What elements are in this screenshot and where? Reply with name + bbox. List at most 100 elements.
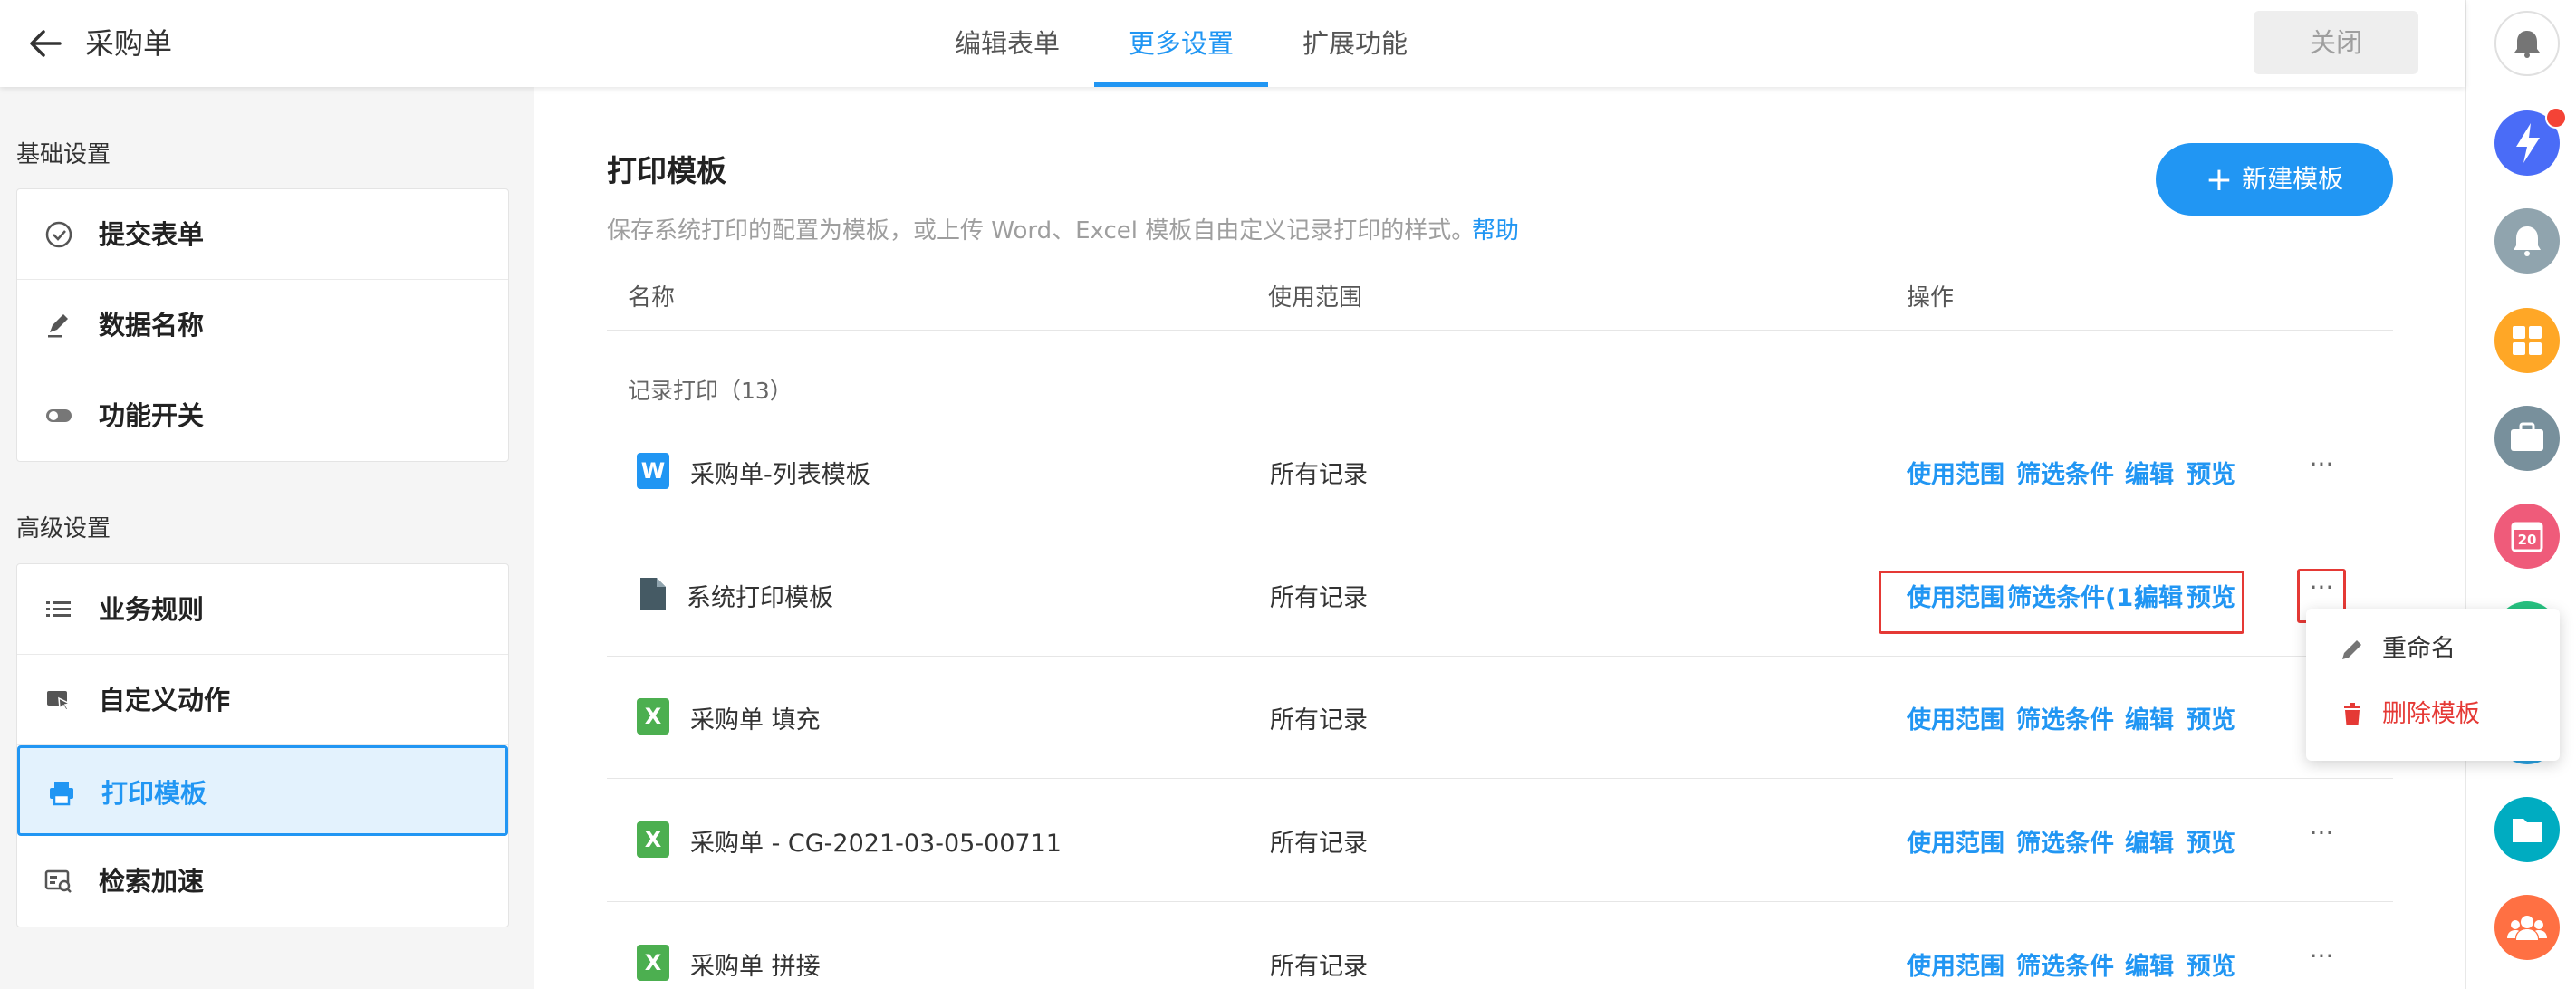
sidebar-item-search-acceleration[interactable]: 检索加速	[17, 836, 508, 927]
template-name: 系统打印模板	[687, 584, 833, 612]
header-divider	[607, 330, 2393, 331]
template-scope: 所有记录	[1270, 953, 1368, 981]
new-template-button[interactable]: + 新建模板	[2156, 143, 2393, 216]
close-button[interactable]: 关闭	[2254, 11, 2418, 74]
op-usage-scope-link[interactable]: 使用范围	[1907, 823, 2004, 859]
sidebar-item-label: 提交表单	[99, 219, 205, 250]
op-preview-link[interactable]: 预览	[2187, 700, 2235, 735]
sidebar-item-business-rules[interactable]: 业务规则	[17, 564, 508, 655]
more-actions-menu: 重命名 删除模板	[2306, 609, 2560, 761]
calendar-day: 20	[2517, 532, 2537, 548]
highlight-actions-box	[1879, 571, 2244, 634]
column-header-name: 名称	[628, 284, 676, 312]
bell-icon[interactable]	[2494, 11, 2560, 76]
excel-file-icon: X	[637, 945, 669, 981]
team-icon[interactable]	[2494, 895, 2560, 960]
op-preview-link[interactable]: 预览	[2187, 946, 2235, 982]
template-scope: 所有记录	[1270, 830, 1368, 858]
op-filter-conditions-link[interactable]: 筛选条件	[2016, 823, 2114, 859]
menu-item-label: 删除模板	[2382, 700, 2480, 728]
sidebar-item-label: 功能开关	[99, 400, 205, 431]
help-link[interactable]: 帮助	[1472, 212, 1519, 245]
op-filter-conditions-link[interactable]: 筛选条件	[2016, 455, 2114, 490]
excel-file-icon: X	[637, 698, 669, 735]
sidebar-item-print-templates[interactable]: 打印模板	[17, 745, 508, 836]
toggle-icon	[44, 401, 73, 430]
template-scope: 所有记录	[1270, 461, 1368, 489]
template-scope: 所有记录	[1270, 706, 1368, 735]
menu-item-delete-template[interactable]: 删除模板	[2306, 683, 2560, 746]
active-tab-indicator	[1094, 82, 1268, 87]
ai-assistant-icon[interactable]	[2494, 107, 2567, 176]
basic-settings-group: 提交表单 数据名称 功能开关	[16, 188, 509, 462]
op-preview-link[interactable]: 预览	[2187, 823, 2235, 859]
op-usage-scope-link[interactable]: 使用范围	[1907, 455, 2004, 490]
template-name: 采购单-列表模板	[690, 461, 870, 489]
page-description: 保存系统打印的配置为模板，或上传 Word、Excel 模板自由定义记录打印的样…	[607, 217, 1475, 245]
top-bar: 采购单 编辑表单 更多设置 扩展功能 关闭	[0, 0, 2465, 87]
menu-item-label: 重命名	[2382, 635, 2456, 663]
tab-more-settings[interactable]: 更多设置	[1116, 0, 1246, 87]
op-edit-link[interactable]: 编辑	[2125, 700, 2174, 735]
unread-dot	[2545, 107, 2567, 129]
sidebar-item-label: 打印模板	[101, 778, 207, 809]
apps-icon[interactable]	[2494, 308, 2560, 373]
group-label-record-print: 记录打印（13）	[628, 378, 793, 404]
plus-icon: +	[2205, 161, 2234, 198]
column-header-scope: 使用范围	[1268, 284, 1363, 312]
row-divider	[607, 901, 2393, 902]
calendar-icon[interactable]: 20	[2494, 504, 2560, 569]
column-header-actions: 操作	[1907, 284, 1955, 312]
form-title: 采购单	[85, 26, 173, 61]
custom-action-icon	[44, 686, 73, 715]
document-icon	[637, 576, 669, 612]
folder-icon[interactable]	[2494, 797, 2560, 862]
template-name: 采购单 - CG-2021-03-05-00711	[690, 830, 1062, 858]
check-circle-icon	[44, 220, 73, 249]
sidebar-item-label: 检索加速	[99, 866, 205, 897]
word-file-icon: W	[637, 453, 669, 489]
op-usage-scope-link[interactable]: 使用范围	[1907, 700, 2004, 735]
new-template-label: 新建模板	[2242, 164, 2344, 194]
op-usage-scope-link[interactable]: 使用范围	[1907, 946, 2004, 982]
list-icon	[44, 595, 73, 624]
advanced-settings-title: 高级设置	[16, 515, 111, 543]
pencil-icon	[2339, 636, 2366, 663]
template-scope: 所有记录	[1270, 584, 1368, 612]
more-options-icon[interactable]: ···	[2303, 451, 2340, 487]
row-divider	[607, 656, 2393, 657]
more-options-icon[interactable]: ···	[2303, 820, 2340, 856]
sidebar-item-label: 业务规则	[99, 594, 205, 625]
op-preview-link[interactable]: 预览	[2187, 455, 2235, 490]
right-app-rail: 20	[2465, 0, 2576, 989]
back-arrow-icon[interactable]	[24, 22, 67, 65]
menu-item-rename[interactable]: 重命名	[2306, 618, 2560, 681]
more-options-icon[interactable]: ···	[2303, 943, 2340, 979]
sidebar-item-data-name[interactable]: 数据名称	[17, 280, 508, 370]
op-edit-link[interactable]: 编辑	[2125, 823, 2174, 859]
sidebar-item-label: 数据名称	[99, 310, 205, 341]
printer-icon	[47, 779, 76, 808]
op-edit-link[interactable]: 编辑	[2125, 455, 2174, 490]
excel-file-icon: X	[637, 821, 669, 858]
sidebar-item-label: 自定义动作	[99, 685, 231, 715]
tab-edit-form[interactable]: 编辑表单	[942, 0, 1072, 87]
briefcase-icon[interactable]	[2494, 406, 2560, 471]
sidebar-item-submit-form[interactable]: 提交表单	[17, 189, 508, 280]
search-speed-icon	[44, 867, 73, 896]
template-name: 采购单 拼接	[690, 953, 821, 981]
basic-settings-title: 基础设置	[16, 141, 111, 168]
row-divider	[607, 778, 2393, 779]
sidebar-item-feature-switch[interactable]: 功能开关	[17, 370, 508, 461]
op-edit-link[interactable]: 编辑	[2125, 946, 2174, 982]
sidebar-item-custom-actions[interactable]: 自定义动作	[17, 655, 508, 745]
op-filter-conditions-link[interactable]: 筛选条件	[2016, 700, 2114, 735]
notification-icon[interactable]	[2494, 208, 2560, 274]
template-name: 采购单 填充	[690, 706, 821, 735]
pen-icon	[44, 311, 73, 340]
advanced-settings-group: 业务规则 自定义动作 打印模板 检索加速	[16, 563, 509, 927]
op-filter-conditions-link[interactable]: 筛选条件	[2016, 946, 2114, 982]
page-title: 打印模板	[607, 153, 726, 188]
tab-extensions[interactable]: 扩展功能	[1290, 0, 1420, 87]
trash-icon	[2339, 701, 2366, 728]
